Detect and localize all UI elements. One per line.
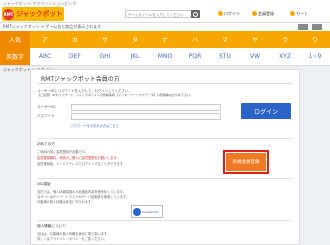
password-field[interactable] [71,113,221,120]
page-title: RMTジャックポット会員の方 [41,76,120,83]
alpha-nav-item[interactable]: 1~9 [300,48,330,65]
kana-nav-item[interactable]: ナ [150,31,180,48]
login-note-2: 【ご注意】IDやパスワード、ジャックポットへの登録情報【インターパーソナルデータ… [37,93,193,97]
kana-nav-item[interactable]: ア [30,31,60,48]
alpha-nav-item[interactable]: JKL [120,48,150,65]
divider [37,220,293,221]
logo-text: ジャックポット [16,10,63,18]
alpha-nav-item[interactable]: 英数字 [0,48,30,65]
top-bar-text: ジャックポット-アカウントショッピング [3,1,77,6]
new-member-text-2: 会員登録無料、商品のご購入に会員登録をお願いします。 [37,156,120,160]
ssl-badge[interactable]: SureServer [131,205,163,218]
logo-badge: RMT [3,8,14,20]
kana-nav-item[interactable]: ハ [180,31,210,48]
new-member-text-3: 会員登録後、メールアドレスでログインすることができます。 [37,162,126,166]
menu-button[interactable] [298,24,308,30]
policy-text-2: 詳しくはプライバシーポリシーをご覧ください。 [37,237,108,241]
forgot-password-link[interactable]: パスワードをお忘れの方はこちら [71,123,119,128]
ssl-seal-icon [133,207,141,216]
menu-button-2[interactable] [312,24,322,30]
breadcrumb-text: RMTジャックポット > ゲーム名と商品が表示されます [3,24,102,29]
user-id-label: ユーザーID [37,105,56,109]
divider [37,178,293,179]
site-header: RMT ジャックポット ゲームタイトルを入力してください ログイン 会員登録 カ… [0,7,330,22]
alpha-nav-item[interactable]: ABC [30,48,60,65]
alpha-nav-item[interactable]: STU [210,48,240,65]
alpha-nav: 英数字 ABC DEF GHI JKL MNO PQR STU VW XYZ 1… [0,48,330,66]
kana-nav-item[interactable]: カ [60,31,90,48]
kana-nav-item[interactable]: サ [90,31,120,48]
divider [37,83,293,84]
user-id-field[interactable] [71,104,221,111]
header-login-link[interactable]: ログイン [224,11,240,17]
policy-title: 個人情報について [37,224,66,228]
ssl-badge-text: SureServer [142,209,159,214]
search-button[interactable] [191,10,200,18]
cart-icon [290,11,295,16]
kana-nav-item[interactable]: タ [120,31,150,48]
alpha-nav-item[interactable]: VW [240,48,270,65]
alpha-nav-item[interactable]: GHI [90,48,120,65]
kana-nav: 人気 ア カ サ タ ナ ハ マ ヤ ラ ワ [0,31,330,48]
new-member-title: 初めての方 [37,142,55,146]
alpha-nav-item[interactable]: XYZ [270,48,300,65]
divider [37,138,293,139]
search-input[interactable]: ゲームタイトルを入力してください [125,10,193,18]
password-label: パスワード [37,114,55,118]
site-logo[interactable]: RMT ジャックポット [2,7,64,21]
alpha-nav-item[interactable]: DEF [60,48,90,65]
kana-nav-item[interactable]: 人気 [0,31,30,48]
register-icon [252,11,257,16]
header-cart-link[interactable]: カート [296,11,308,17]
kana-nav-item[interactable]: マ [210,31,240,48]
breadcrumb: RMTジャックポット > ゲーム名と商品が表示されます [0,22,330,31]
login-panel: RMTジャックポット会員の方 ユーザーIDとパスワードを入力して、ログインしてく… [30,69,300,245]
kana-nav-item[interactable]: ヤ [240,31,270,48]
new-member-text-1: ご利用の前に会員登録が必要です。 [37,150,88,154]
kana-nav-item[interactable]: ラ [270,31,300,48]
top-bar: ジャックポット-アカウントショッピング [0,0,330,7]
ssl-title: SSL認証 [37,182,51,186]
register-button[interactable]: 新規会員登録 [226,153,266,171]
alpha-nav-item[interactable]: MNO [150,48,180,65]
alpha-nav-item[interactable]: PQR [180,48,210,65]
header-register-link[interactable]: 会員登録 [258,11,274,17]
kana-nav-item[interactable]: ワ [300,31,330,48]
login-icon [218,11,223,16]
login-button[interactable]: ログイン [241,103,291,119]
ssl-text-3: お客様の個人情報は安全に守られます。 [37,200,95,204]
